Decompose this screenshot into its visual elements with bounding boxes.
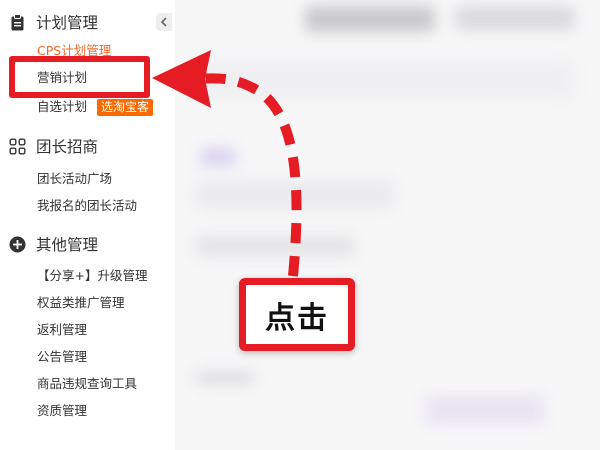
- blurred-heading: [305, 6, 435, 32]
- blurred-row: [195, 370, 255, 386]
- sidebar-item-custom-plan[interactable]: 自选计划: [37, 98, 87, 116]
- plus-circle-icon: [9, 236, 26, 252]
- sidebar-item-announcement[interactable]: 公告管理: [37, 348, 87, 366]
- chevron-left-icon: [160, 17, 167, 27]
- section-other-management[interactable]: 其他管理: [9, 232, 98, 256]
- clipboard-icon: [11, 13, 24, 30]
- blurred-row: [195, 180, 395, 210]
- blurred-button: [425, 395, 545, 425]
- grid-icon: [9, 138, 26, 154]
- sidebar-item-qualification[interactable]: 资质管理: [37, 402, 87, 420]
- section-title: 团长招商: [36, 138, 99, 156]
- section-title: 计划管理: [36, 14, 99, 32]
- blurred-row: [195, 235, 355, 257]
- click-callout: 点击: [239, 278, 355, 351]
- section-title: 其他管理: [36, 236, 99, 254]
- section-plan-management[interactable]: 计划管理: [9, 10, 98, 34]
- blurred-heading-2: [455, 6, 575, 30]
- sidebar-item-my-leader-activities[interactable]: 我报名的团长活动: [37, 197, 137, 215]
- select-taobaoke-tag: 选淘宝客: [97, 99, 154, 116]
- highlight-box: [9, 56, 150, 98]
- blurred-purple-chip: [200, 148, 236, 166]
- section-leader-recruit[interactable]: 团长招商: [9, 134, 98, 158]
- sidebar-item-violation-query[interactable]: 商品违规查询工具: [37, 375, 137, 393]
- sidebar-item-benefits-promotion[interactable]: 权益类推广管理: [37, 294, 125, 312]
- screen: 计划管理 CPS计划管理 营销计划 自选计划 选淘宝客 团长招商 团长活动广场 …: [0, 0, 600, 450]
- sidebar-item-leader-activity-plaza[interactable]: 团长活动广场: [37, 170, 112, 188]
- sidebar: 计划管理 CPS计划管理 营销计划 自选计划 选淘宝客 团长招商 团长活动广场 …: [0, 0, 175, 450]
- sidebar-item-rebate[interactable]: 返利管理: [37, 321, 87, 339]
- collapse-sidebar-button[interactable]: [156, 13, 172, 31]
- callout-label: 点击: [265, 300, 329, 336]
- sidebar-item-share-upgrade[interactable]: 【分享+】升级管理: [37, 267, 147, 285]
- main-content-blurred: [175, 0, 600, 450]
- blurred-bar: [195, 60, 575, 100]
